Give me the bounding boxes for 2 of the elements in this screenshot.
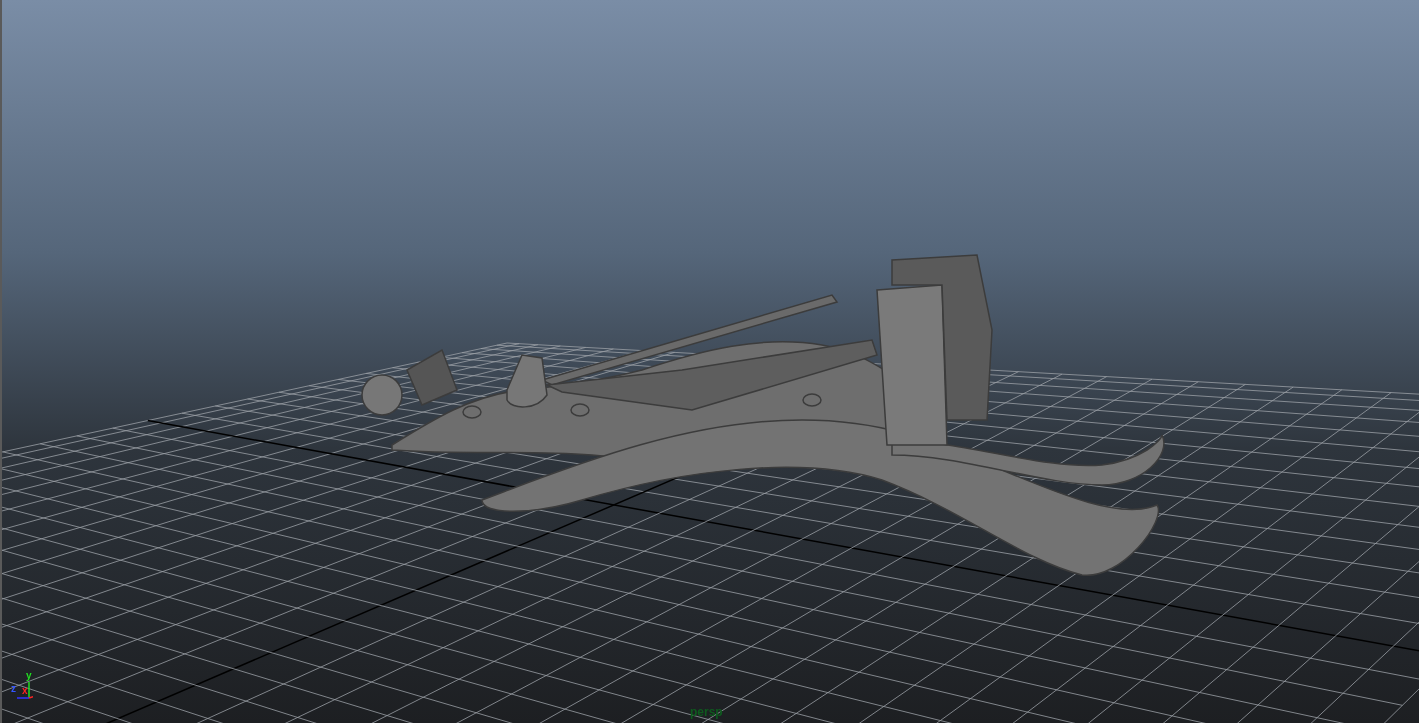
viewport[interactable]: y z x persp xyxy=(0,0,1419,723)
camera-label: persp xyxy=(690,704,723,721)
